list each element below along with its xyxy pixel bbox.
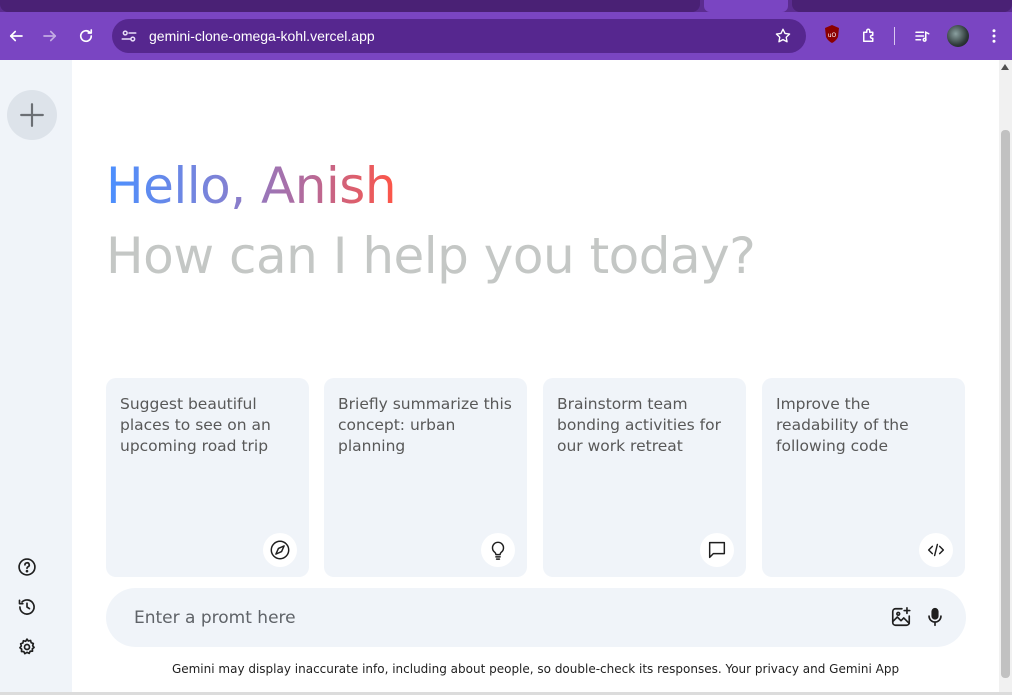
disclaimer-text: Gemini may display inaccurate info, incl…: [171, 662, 900, 676]
forward-icon[interactable]: [38, 24, 62, 48]
scrollbar-thumb[interactable]: [1001, 130, 1010, 678]
card-text: Improve the readability of the following…: [776, 395, 909, 455]
tab-background-right[interactable]: [792, 0, 1012, 12]
bulb-icon: [481, 533, 515, 567]
prompt-input[interactable]: [134, 606, 834, 630]
suggestion-card-team-bonding[interactable]: Brainstorm team bonding activities for o…: [543, 378, 746, 577]
address-bar[interactable]: gemini-clone-omega-kohl.vercel.app: [112, 19, 806, 53]
sidebar: [0, 60, 72, 692]
microphone-icon[interactable]: [924, 606, 946, 628]
bookmark-star-icon[interactable]: [774, 27, 792, 45]
greeting-hello: Hello, Anish: [106, 154, 397, 218]
extensions-icon[interactable]: [857, 24, 881, 48]
suggestion-cards: Suggest beautiful places to see on an up…: [106, 378, 966, 577]
suggestion-card-code-readability[interactable]: Improve the readability of the following…: [762, 378, 965, 577]
suggestion-card-road-trip[interactable]: Suggest beautiful places to see on an up…: [106, 378, 309, 577]
toolbar-divider: [894, 27, 895, 45]
new-chat-button[interactable]: [7, 90, 57, 140]
code-icon: [919, 533, 953, 567]
ublock-icon[interactable]: uO: [823, 24, 841, 44]
url-text[interactable]: gemini-clone-omega-kohl.vercel.app: [149, 27, 375, 45]
help-icon[interactable]: [17, 557, 37, 577]
main-content: Hello, Anish How can I help you today? S…: [72, 60, 999, 692]
tab-strip: [0, 0, 1012, 12]
page-scrollbar[interactable]: [999, 60, 1012, 692]
prompt-bar: [106, 588, 966, 647]
card-text: Brainstorm team bonding activities for o…: [557, 395, 721, 455]
active-tab[interactable]: [704, 0, 788, 12]
settings-icon[interactable]: [17, 637, 37, 657]
compass-icon: [263, 533, 297, 567]
greeting-subtitle: How can I help you today?: [106, 227, 756, 285]
browser-toolbar: gemini-clone-omega-kohl.vercel.app uO: [0, 12, 1012, 60]
history-icon[interactable]: [17, 597, 37, 617]
site-info-icon[interactable]: [120, 27, 138, 45]
media-control-icon[interactable]: [910, 24, 934, 48]
plus-icon: [20, 103, 44, 127]
reload-icon[interactable]: [74, 24, 98, 48]
svg-text:uO: uO: [828, 32, 837, 39]
card-text: Briefly summarize this concept: urban pl…: [338, 395, 512, 455]
image-upload-icon[interactable]: [890, 606, 912, 628]
profile-avatar[interactable]: [947, 25, 969, 47]
message-icon: [700, 533, 734, 567]
card-text: Suggest beautiful places to see on an up…: [120, 395, 271, 455]
scroll-up-arrow-icon[interactable]: [1001, 64, 1009, 70]
tab-background[interactable]: [0, 0, 700, 12]
menu-icon[interactable]: [982, 24, 1006, 48]
back-icon[interactable]: [4, 24, 28, 48]
suggestion-card-urban-planning[interactable]: Briefly summarize this concept: urban pl…: [324, 378, 527, 577]
